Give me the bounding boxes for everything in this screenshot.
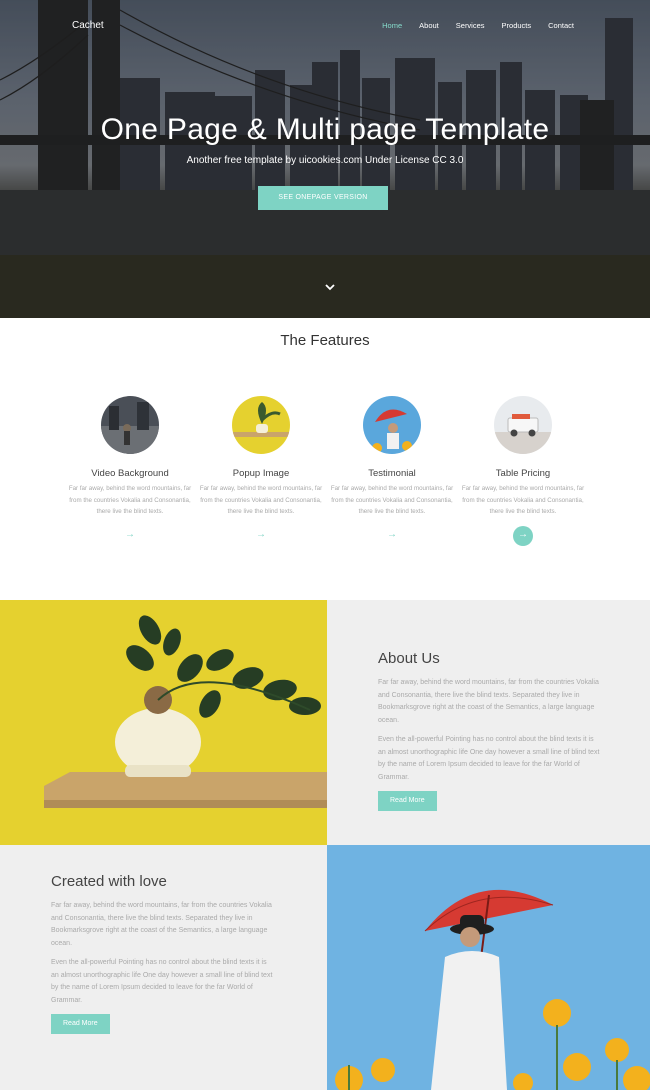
see-onepage-button[interactable]: SEE ONEPAGE VERSION bbox=[258, 186, 388, 210]
created-panel: Created with love Far far away, behind t… bbox=[0, 845, 327, 1090]
main-nav: Home About Services Products Contact bbox=[382, 21, 574, 30]
feature-video-image bbox=[101, 396, 159, 454]
about-paragraph-2: Even the all-powerful Pointing has no co… bbox=[378, 736, 600, 781]
feature-popup-image: Popup Image Far far away, behind the wor… bbox=[196, 396, 326, 546]
arrow-right-icon[interactable]: → bbox=[382, 526, 402, 546]
features-title: The Features bbox=[280, 332, 370, 349]
feature-table-pricing: Table Pricing Far far away, behind the w… bbox=[458, 396, 588, 546]
feature-text: Far far away, behind the word mountains,… bbox=[199, 485, 323, 515]
feature-text: Far far away, behind the word mountains,… bbox=[68, 485, 192, 515]
created-paragraph-2: Even the all-powerful Pointing has no co… bbox=[51, 959, 273, 1004]
arrow-right-icon[interactable]: → bbox=[251, 526, 271, 546]
about-read-more-button[interactable]: Read More bbox=[378, 791, 437, 811]
features-section: The Features Video Background Far far aw… bbox=[0, 318, 650, 600]
about-image bbox=[0, 600, 327, 845]
feature-title: Video Background bbox=[91, 468, 169, 479]
feature-title: Testimonial bbox=[368, 468, 416, 479]
hero-subtitle: Another free template by uicookies.com U… bbox=[186, 155, 464, 166]
umbrella-woman-image bbox=[327, 845, 650, 1090]
feature-title: Table Pricing bbox=[495, 468, 551, 479]
brand-logo[interactable]: Cachet bbox=[72, 20, 104, 31]
feature-testimonial-photo bbox=[363, 396, 421, 454]
feature-text: Far far away, behind the word mountains,… bbox=[330, 485, 454, 515]
chevron-down-icon[interactable] bbox=[320, 280, 340, 296]
nav-products[interactable]: Products bbox=[502, 21, 532, 30]
feature-video-background: Video Background Far far away, behind th… bbox=[65, 396, 195, 546]
feature-pricing-photo bbox=[494, 396, 552, 454]
nav-contact[interactable]: Contact bbox=[548, 21, 574, 30]
nav-home[interactable]: Home bbox=[382, 21, 402, 30]
feature-popup-photo bbox=[232, 396, 290, 454]
about-title: About Us bbox=[378, 650, 440, 667]
created-title: Created with love bbox=[51, 873, 167, 890]
created-read-more-button[interactable]: Read More bbox=[51, 1014, 110, 1034]
nav-services[interactable]: Services bbox=[456, 21, 485, 30]
about-paragraph-1: Far far away, behind the word mountains,… bbox=[378, 679, 599, 724]
about-panel: About Us Far far away, behind the word m… bbox=[327, 600, 650, 845]
feature-title: Popup Image bbox=[232, 468, 290, 479]
arrow-right-icon[interactable]: → bbox=[120, 526, 140, 546]
created-paragraph-1: Far far away, behind the word mountains,… bbox=[51, 902, 272, 947]
nav-about[interactable]: About bbox=[419, 21, 439, 30]
arrow-right-icon[interactable]: → bbox=[513, 525, 533, 546]
hero-section: Cachet Home About Services Products Cont… bbox=[0, 0, 650, 318]
feature-text: Far far away, behind the word mountains,… bbox=[461, 485, 585, 515]
feature-testimonial: Testimonial Far far away, behind the wor… bbox=[327, 396, 457, 546]
hero-title: One Page & Multi page Template bbox=[100, 113, 550, 146]
